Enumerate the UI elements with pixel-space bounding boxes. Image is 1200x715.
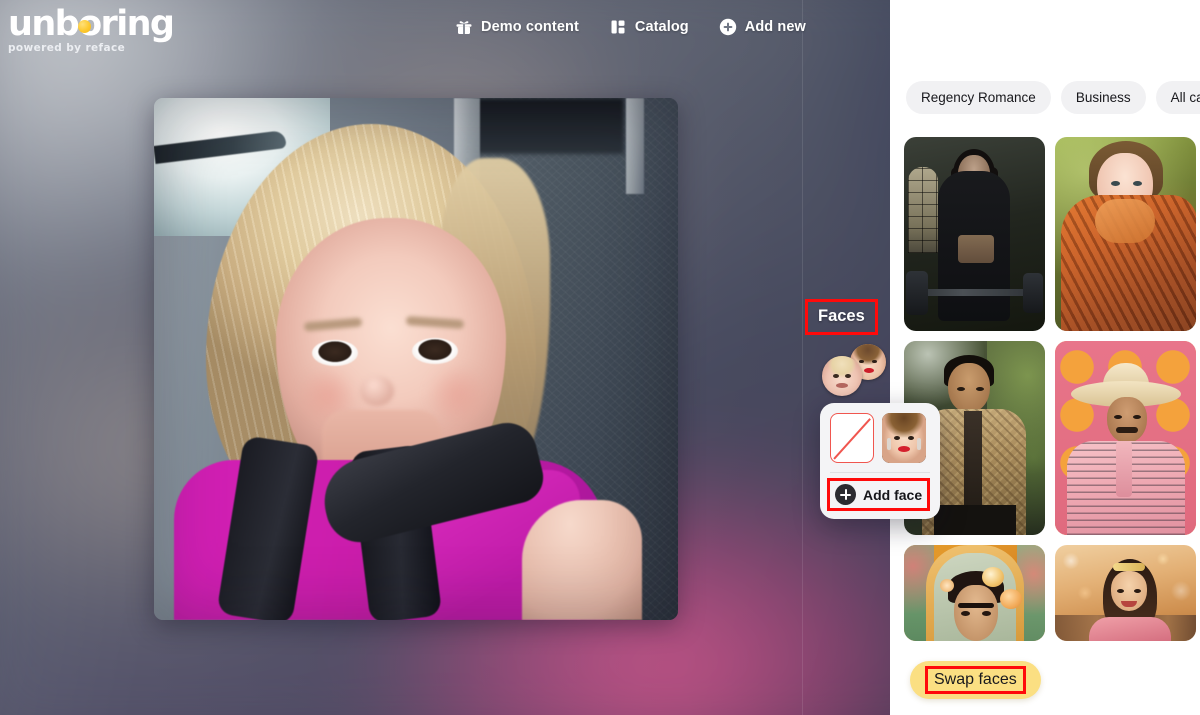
tile-eye-right — [1134, 589, 1141, 593]
tile-necktie — [1116, 441, 1132, 497]
face-picker-popup: Add face — [820, 403, 940, 519]
tile-midriff — [958, 235, 994, 263]
app-logo[interactable]: unboring powered by reface — [8, 7, 175, 55]
avatar-eye-left — [859, 359, 865, 364]
tile-eye-left — [961, 611, 970, 616]
swap-faces-label: Swap faces — [934, 671, 1017, 688]
frida-floral-frame-tile[interactable] — [904, 545, 1045, 641]
tile-eye-right — [1133, 415, 1141, 419]
swap-faces-container: Swap faces — [910, 661, 1041, 699]
thumb-lips — [898, 446, 911, 452]
nav-label-add-new: Add new — [744, 19, 806, 35]
catalog-gallery — [904, 137, 1200, 641]
main-nav: Demo content Catalog Add new — [455, 18, 806, 36]
avatar-eye-left — [832, 374, 839, 379]
tile-window-grid — [908, 167, 938, 253]
child-face-thumb — [822, 356, 862, 396]
app-header: unboring powered by reface Demo content — [0, 0, 890, 60]
tile-barbell-plate-right — [1023, 273, 1043, 313]
tile-barbell-plate-left — [906, 271, 928, 315]
nav-item-catalog[interactable]: Catalog — [609, 18, 689, 36]
category-chip-all-categories[interactable]: All categori — [1155, 81, 1200, 114]
child-face-avatar[interactable] — [822, 356, 862, 396]
avatar-mouth — [836, 383, 849, 389]
tile-moustache — [1116, 427, 1138, 433]
earring-left-icon — [887, 438, 892, 450]
grid-icon — [609, 18, 627, 36]
add-face-highlight: Add face — [826, 478, 931, 511]
tile-blanket-fold — [1095, 199, 1155, 243]
category-chip-row: Regency Romance Business All categori — [906, 81, 1200, 114]
tile-eye-right — [1133, 181, 1142, 186]
tile-flower-one — [982, 567, 1004, 587]
nav-label-demo-content: Demo content — [481, 19, 579, 35]
swap-faces-highlight: Swap faces — [925, 666, 1026, 694]
thumb-eye-right — [908, 435, 915, 440]
nav-item-add-new[interactable]: Add new — [719, 18, 806, 36]
nav-item-demo-content[interactable]: Demo content — [455, 18, 579, 36]
add-face-button[interactable]: Add face — [835, 484, 922, 505]
gift-icon — [455, 18, 473, 36]
add-face-label: Add face — [863, 486, 923, 503]
autumn-blanket-portrait-tile[interactable] — [1055, 137, 1196, 331]
photo-vignette — [154, 98, 678, 620]
tile-eye-left — [1117, 589, 1124, 593]
faces-section: Faces — [805, 299, 894, 396]
nav-label-catalog: Catalog — [634, 19, 689, 35]
face-slot-row — [830, 413, 930, 463]
tile-dress — [1089, 617, 1171, 641]
main-photo-container[interactable] — [154, 98, 678, 620]
popup-separator — [830, 472, 930, 473]
tile-eye-left — [1114, 415, 1122, 419]
tile-eye-left — [957, 387, 965, 391]
face-thumbnail — [882, 413, 926, 463]
gym-weightlifter-tile[interactable] — [904, 137, 1045, 331]
swap-faces-button[interactable]: Swap faces — [910, 661, 1041, 699]
selected-face-slot[interactable] — [882, 413, 926, 463]
tile-unibrow — [958, 603, 994, 608]
catalog-panel: Regency Romance Business All categori — [890, 0, 1200, 715]
thumb-eye-left — [893, 435, 900, 440]
vertical-divider — [802, 0, 803, 715]
logo-yellow-dot-icon — [78, 20, 91, 33]
category-chip-regency-romance[interactable]: Regency Romance — [906, 81, 1051, 114]
plus-circle-icon — [719, 18, 737, 36]
faces-label: Faces — [805, 299, 878, 335]
avatar-eye-right — [845, 374, 852, 379]
avatar-eye-right — [871, 359, 877, 364]
earring-right-icon — [916, 438, 921, 450]
avatar-mouth — [863, 367, 874, 373]
tile-flower-three — [940, 579, 954, 592]
tile-pants — [934, 505, 1016, 535]
source-photo[interactable] — [154, 98, 678, 620]
category-chip-business[interactable]: Business — [1060, 81, 1146, 114]
tile-eye-right — [976, 387, 984, 391]
tile-face — [1107, 397, 1147, 443]
bollywood-festival-tile[interactable] — [1055, 545, 1196, 641]
tile-eye-right — [982, 611, 991, 616]
charro-sombrero-tile[interactable] — [1055, 341, 1196, 535]
tile-headpiece — [1113, 563, 1145, 571]
face-avatar-stack[interactable] — [822, 344, 898, 396]
no-face-slash-icon — [833, 418, 871, 460]
empty-face-slot[interactable] — [830, 413, 874, 463]
plus-icon — [835, 484, 856, 505]
tile-eye-left — [1111, 181, 1120, 186]
tile-flower-two — [1000, 589, 1022, 609]
